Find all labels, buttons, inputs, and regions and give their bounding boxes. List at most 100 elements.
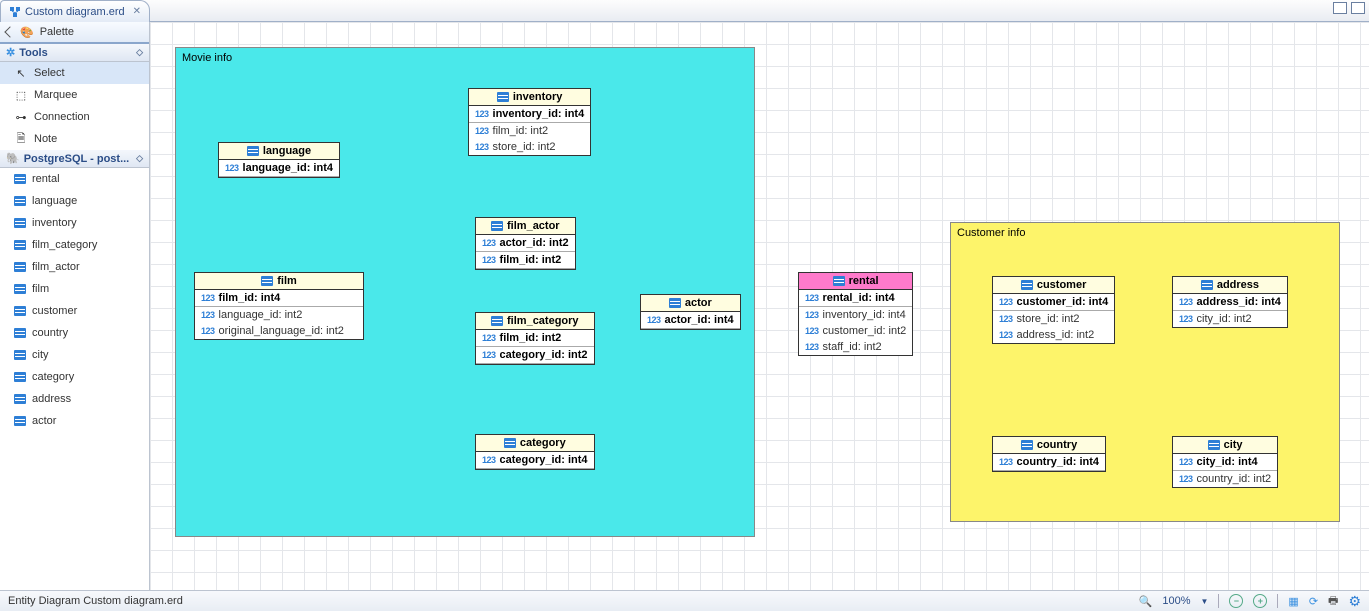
tool-note[interactable]: 🗎Note [0,128,149,150]
entity-category[interactable]: category123category_id: int4 [475,434,595,470]
sidebar-table-category[interactable]: category [0,366,149,388]
entity-header[interactable]: actor [641,295,740,312]
column-city_id[interactable]: 123city_id: int4 [1173,454,1277,471]
entity-header[interactable]: film_category [476,313,594,330]
column-film_id[interactable]: 123film_id: int2 [476,330,594,347]
column-actor_id[interactable]: 123actor_id: int4 [641,312,740,329]
region-customer-info[interactable]: Customer info [950,222,1340,522]
section-tools[interactable]: ✲Tools ◇ [0,44,149,62]
table-icon [491,316,503,326]
entity-header[interactable]: language [219,143,339,160]
column-customer_id[interactable]: 123customer_id: int2 [799,323,912,339]
entity-header[interactable]: address [1173,277,1287,294]
column-category_id[interactable]: 123category_id: int4 [476,452,594,469]
number-icon: 123 [999,330,1013,340]
zoom-dropdown-icon[interactable]: ▼ [1201,597,1209,606]
column-country_id[interactable]: 123country_id: int4 [993,454,1105,471]
column-customer_id[interactable]: 123customer_id: int4 [993,294,1114,311]
zoom-level[interactable]: 100% [1162,595,1190,607]
column-staff_id[interactable]: 123staff_id: int2 [799,339,912,355]
column-category_id[interactable]: 123category_id: int2 [476,347,594,364]
column-language_id[interactable]: 123language_id: int4 [219,160,339,177]
column-film_id[interactable]: 123film_id: int2 [469,123,590,139]
column-original_language_id[interactable]: 123original_language_id: int2 [195,323,363,339]
sidebar-table-actor[interactable]: actor [0,410,149,432]
number-icon: 123 [201,293,215,303]
column-city_id[interactable]: 123city_id: int2 [1173,311,1287,327]
column-rental_id[interactable]: 123rental_id: int4 [799,290,912,307]
table-icon [14,218,26,228]
diagram-canvas[interactable]: Movie info Customer info [150,22,1369,590]
entity-header[interactable]: city [1173,437,1277,454]
tool-marquee[interactable]: ⬚Marquee [0,84,149,106]
print-icon[interactable]: 🖶 [1328,592,1338,611]
entity-header[interactable]: inventory [469,89,590,106]
entity-address[interactable]: address123address_id: int4123city_id: in… [1172,276,1288,328]
sidebar-table-address[interactable]: address [0,388,149,410]
column-film_id[interactable]: 123film_id: int4 [195,290,363,307]
entity-header[interactable]: film [195,273,363,290]
entity-language[interactable]: language123language_id: int4 [218,142,340,178]
zoom-out-button[interactable]: − [1229,594,1243,608]
entity-actor[interactable]: actor123actor_id: int4 [640,294,741,330]
column-text: actor_id: int4 [665,314,734,326]
entity-inventory[interactable]: inventory123inventory_id: int4123film_id… [468,88,591,156]
column-inventory_id[interactable]: 123inventory_id: int4 [799,307,912,323]
column-text: city_id: int2 [1197,313,1252,325]
column-store_id[interactable]: 123 store_id: int2 [993,311,1114,327]
number-icon: 123 [805,342,819,352]
tool-label: Marquee [34,89,77,101]
layout-icon[interactable]: ▦ [1288,595,1298,608]
entity-customer[interactable]: customer123customer_id: int4 123 store_id:… [992,276,1115,344]
zoom-in-button[interactable]: + [1253,594,1267,608]
sidebar-table-language[interactable]: language [0,190,149,212]
column-text: store_id: int2 [1017,313,1080,325]
settings-icon[interactable]: ⚙ [1348,593,1361,610]
entity-header[interactable]: film_actor [476,218,575,235]
close-icon[interactable]: ✕ [133,6,141,17]
entity-film_actor[interactable]: film_actor123actor_id: int2123film_id: i… [475,217,576,270]
sidebar-table-customer[interactable]: customer [0,300,149,322]
entity-header[interactable]: category [476,435,594,452]
sidebar-table-film[interactable]: film [0,278,149,300]
maximize-button[interactable] [1351,2,1365,14]
minimize-button[interactable] [1333,2,1347,14]
entity-film_category[interactable]: film_category123film_id: int2123category… [475,312,595,365]
column-address_id[interactable]: 123address_id: int4 [1173,294,1287,311]
refresh-icon[interactable]: ⟳ [1309,595,1318,608]
back-icon[interactable] [4,26,15,37]
search-icon[interactable]: 🔍 [1139,595,1153,608]
column-text: language_id: int4 [243,162,333,174]
entity-city[interactable]: city123city_id: int4123country_id: int2 [1172,436,1278,488]
table-icon [497,92,509,102]
number-icon: 123 [999,314,1013,324]
column-country_id[interactable]: 123country_id: int2 [1173,471,1277,487]
sidebar-table-film_category[interactable]: film_category [0,234,149,256]
tool-connection[interactable]: ⊶Connection [0,106,149,128]
sidebar-table-country[interactable]: country [0,322,149,344]
column-actor_id[interactable]: 123actor_id: int2 [476,235,575,252]
table-label: film_category [32,239,97,251]
column-store_id[interactable]: 123store_id: int2 [469,139,590,155]
column-address_id[interactable]: 123address_id: int2 [993,327,1114,343]
entity-film[interactable]: film123film_id: int4123language_id: int2… [194,272,364,340]
sidebar-table-inventory[interactable]: inventory [0,212,149,234]
tab-custom-diagram[interactable]: Custom diagram.erd ✕ [0,0,150,22]
column-inventory_id[interactable]: 123inventory_id: int4 [469,106,590,123]
column-language_id[interactable]: 123language_id: int2 [195,307,363,323]
section-db[interactable]: 🐘PostgreSQL - post... ◇ [0,150,149,168]
entity-rental[interactable]: rental123rental_id: int4123inventory_id:… [798,272,913,356]
tool-select[interactable]: ↖Select [0,62,149,84]
table-icon [491,221,503,231]
number-icon: 123 [475,109,489,119]
sidebar-table-film_actor[interactable]: film_actor [0,256,149,278]
entity-header[interactable]: country [993,437,1105,454]
entity-header[interactable]: customer [993,277,1114,294]
sidebar-table-city[interactable]: city [0,344,149,366]
entity-country[interactable]: country123country_id: int4 [992,436,1106,472]
entity-header[interactable]: rental [799,273,912,290]
sidebar-table-rental[interactable]: rental [0,168,149,190]
table-label: customer [32,305,77,317]
number-icon: 123 [1179,474,1193,484]
column-film_id[interactable]: 123film_id: int2 [476,252,575,269]
